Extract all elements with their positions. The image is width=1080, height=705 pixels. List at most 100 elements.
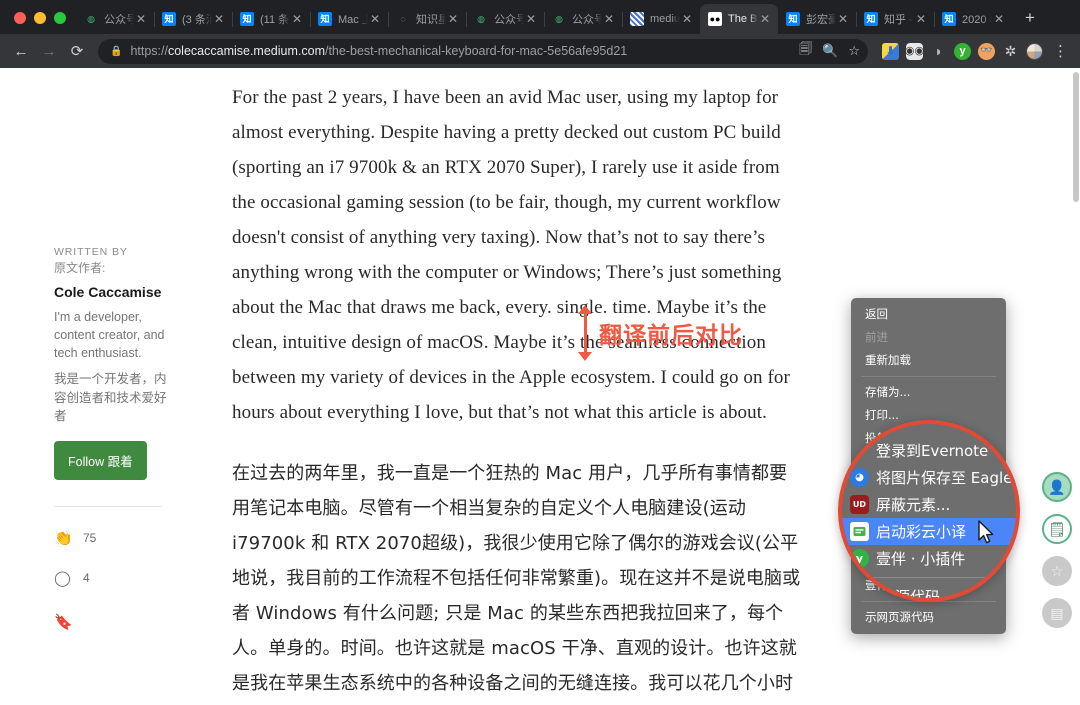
eagle-icon[interactable]: ◉◉ xyxy=(906,42,923,60)
browser-tab[interactable]: 知 2020 年 ✕ xyxy=(934,4,1012,34)
magnified-menu: 登录到Evernote ◕ 将图片保存至 Eagle UD 屏蔽元素... 启动… xyxy=(842,424,1016,598)
context-menu-item-save-as[interactable]: 存储为... xyxy=(851,381,1006,404)
magnifier-overlay: 登录到Evernote ◕ 将图片保存至 Eagle UD 屏蔽元素... 启动… xyxy=(838,420,1020,602)
context-menu-item-forward: 前进 xyxy=(865,330,888,344)
puzzle-icon[interactable]: ✲ xyxy=(1002,43,1019,60)
reload-button[interactable]: ⟳ xyxy=(64,38,90,64)
magnified-item-evernote[interactable]: 登录到Evernote xyxy=(842,437,1016,464)
page-viewport: WRITTEN BY 原文作者: Cole Caccamise I'm a de… xyxy=(0,68,1080,705)
magnified-item-ublock[interactable]: UD 屏蔽元素... xyxy=(842,491,1016,518)
url-text: https://colecaccamise.medium.com/the-bes… xyxy=(130,44,627,58)
browser-tab[interactable]: medium ✕ xyxy=(622,4,700,34)
close-window-button[interactable] xyxy=(14,12,26,24)
star-icon[interactable]: ☆ xyxy=(1042,556,1072,586)
close-tab-icon[interactable]: ✕ xyxy=(836,12,850,26)
tab-title: Mac 上 xyxy=(338,14,368,26)
zhihu-icon: 知 xyxy=(318,12,332,26)
mouse-cursor xyxy=(978,520,996,551)
url-path: /the-best-mechanical-keyboard-for-mac-5e… xyxy=(324,44,628,58)
tab-title: 2020 年 xyxy=(962,14,992,26)
wechat-icon: ◍ xyxy=(555,13,563,24)
back-button[interactable]: ← xyxy=(8,38,34,64)
browser-tab[interactable]: ◍ 公众号 ✕ xyxy=(76,4,154,34)
response-stat[interactable]: ◯ 4 xyxy=(54,569,232,587)
bookmark-star-icon[interactable]: ☆ xyxy=(848,43,860,59)
ublock-icon: UD xyxy=(850,495,869,514)
browser-menu-icon[interactable]: ⋮ xyxy=(1045,44,1072,59)
author-bio-en: I'm a developer, content creator, and te… xyxy=(54,310,165,361)
magnified-item-label: 启动彩云小译 xyxy=(876,523,967,541)
tab-title: 知识星球 xyxy=(416,14,446,26)
close-tab-icon[interactable]: ✕ xyxy=(602,12,616,26)
clap-count: 75 xyxy=(83,530,97,545)
browser-tab[interactable]: ◍ 公众号 ✕ xyxy=(466,4,544,34)
url-prefix: https:// xyxy=(130,44,168,58)
context-menu-item-back[interactable]: 返回 xyxy=(851,303,1006,326)
profile-avatar-icon[interactable] xyxy=(1026,42,1043,60)
magnified-item-label: 将图片保存至 Eagle xyxy=(876,469,1013,487)
context-menu-item-reload[interactable]: 重新加载 xyxy=(851,349,1006,372)
close-tab-icon[interactable]: ✕ xyxy=(524,12,538,26)
browser-tab[interactable]: 知 (3 条消 ✕ xyxy=(154,4,232,34)
translate-card-icon[interactable]: 🗒 xyxy=(1042,514,1072,544)
clap-stat[interactable]: 👏 75 xyxy=(54,529,232,547)
avatar-ext-icon[interactable]: 👓 xyxy=(978,42,995,60)
downloader-icon[interactable]: ⬇ xyxy=(882,42,899,60)
browser-tab[interactable]: 知 Mac 上 ✕ xyxy=(310,4,388,34)
close-tab-icon[interactable]: ✕ xyxy=(212,12,226,26)
note-icon[interactable]: ▤ xyxy=(1042,598,1072,628)
forward-button[interactable]: → xyxy=(36,38,62,64)
new-tab-button[interactable]: + xyxy=(1016,4,1044,32)
tab-list: ◍ 公众号 ✕ 知 (3 条消 ✕ 知 (11 条消 ✕ 知 Mac 上 ✕ ◌ xyxy=(76,0,1080,34)
eagle-icon: ◕ xyxy=(850,468,869,487)
close-tab-icon[interactable]: ✕ xyxy=(680,12,694,26)
zoom-window-button[interactable] xyxy=(54,12,66,24)
close-tab-icon[interactable]: ✕ xyxy=(992,12,1006,26)
floating-action-buttons: 👤 🗒 ☆ ▤ xyxy=(1042,472,1072,628)
context-menu-separator xyxy=(861,376,996,377)
minimize-window-button[interactable] xyxy=(34,12,46,24)
author-bio-zh: 我是一个开发者，内容创造者和技术爱好者 xyxy=(54,372,167,423)
extension-icons: ⬇ ◉◉ ◗ y 👓 ✲ xyxy=(876,42,1043,60)
browser-tab[interactable]: 知 (11 条消 ✕ xyxy=(232,4,310,34)
yiban-icon[interactable]: y xyxy=(954,42,971,60)
magnified-item-label: 壹伴 · 小插件 xyxy=(876,550,966,568)
context-menu-item-view-source[interactable]: 示网页源代码 xyxy=(851,606,1006,629)
browser-tab-active[interactable]: ●● The Be ✕ xyxy=(700,4,778,34)
tab-title: (3 条消 xyxy=(182,14,212,26)
url-domain: colecaccamise.medium.com xyxy=(167,44,325,58)
tab-title: 公众号 xyxy=(494,14,524,26)
author-name[interactable]: Cole Caccamise xyxy=(54,284,232,300)
star-ball-icon: ◌ xyxy=(400,13,406,24)
caiyun-icon xyxy=(850,522,869,541)
tab-title: medium xyxy=(650,13,680,25)
scrollbar-thumb[interactable] xyxy=(1073,72,1079,202)
user-icon[interactable]: 👤 xyxy=(1042,472,1072,502)
close-tab-icon[interactable]: ✕ xyxy=(914,12,928,26)
follow-button[interactable]: Follow 跟着 xyxy=(54,440,147,480)
article-paragraph-en-1: For the past 2 years, I have been an avi… xyxy=(232,87,790,423)
bookmark-icon[interactable]: 🔖 xyxy=(54,613,232,631)
browser-tab[interactable]: ◍ 公众号 ✕ xyxy=(544,4,622,34)
browser-tab[interactable]: 知 彭宏豪 ✕ xyxy=(778,4,856,34)
ublock-icon[interactable]: ◗ xyxy=(930,43,947,60)
page-scrollbar[interactable] xyxy=(1072,68,1080,705)
written-by-label: WRITTEN BY xyxy=(54,246,128,258)
magnified-item-eagle[interactable]: ◕ 将图片保存至 Eagle xyxy=(842,464,1016,491)
zhihu-icon: 知 xyxy=(786,12,800,26)
zhihu-icon: 知 xyxy=(864,12,878,26)
tab-title: The Be xyxy=(728,13,758,25)
close-tab-icon[interactable]: ✕ xyxy=(290,12,304,26)
close-tab-icon[interactable]: ✕ xyxy=(368,12,382,26)
close-tab-icon[interactable]: ✕ xyxy=(758,12,772,26)
zoom-icon[interactable]: 🔍 xyxy=(822,43,838,59)
comment-icon: ◯ xyxy=(54,569,71,587)
magnified-item-label: 屏蔽元素... xyxy=(876,496,951,514)
browser-tab[interactable]: 知 知乎 - 知 ✕ xyxy=(856,4,934,34)
address-bar[interactable]: 🔒 https://colecaccamise.medium.com/the-b… xyxy=(98,38,868,64)
browser-tab[interactable]: ◌ 知识星球 ✕ xyxy=(388,4,466,34)
translate-icon[interactable]: 🗐 xyxy=(799,40,812,62)
close-tab-icon[interactable]: ✕ xyxy=(446,12,460,26)
close-tab-icon[interactable]: ✕ xyxy=(134,12,148,26)
blank-icon xyxy=(850,441,869,460)
